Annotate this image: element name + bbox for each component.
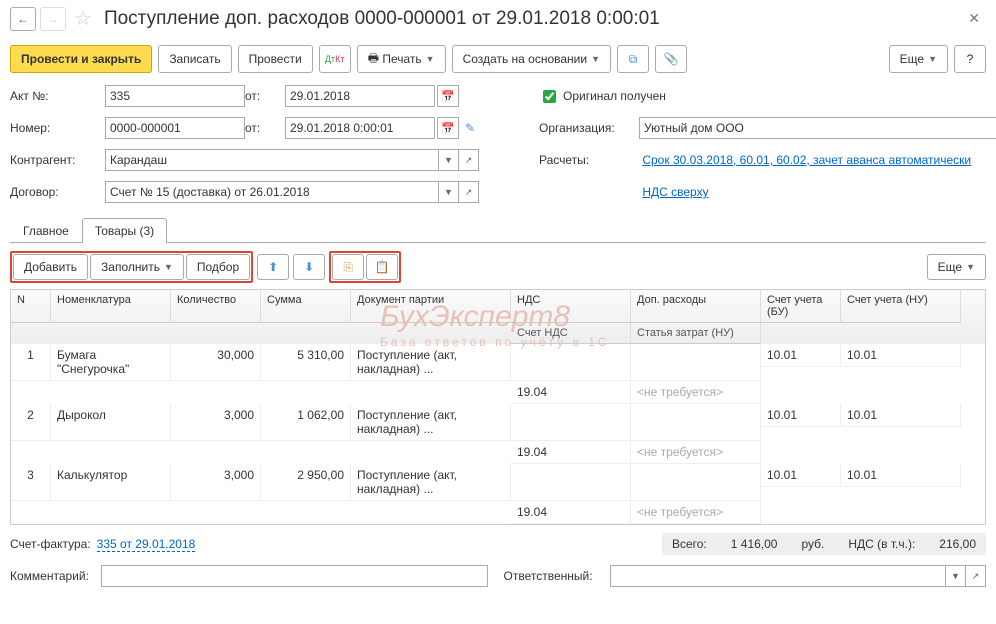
contract-open[interactable]: ↗ bbox=[459, 181, 479, 203]
grid-more-button[interactable]: Еще▼ bbox=[927, 254, 986, 280]
col-vat-acct[interactable]: Счет НДС bbox=[511, 323, 631, 344]
from-label-2: от: bbox=[245, 121, 285, 135]
calendar-button-1[interactable]: 📅 bbox=[437, 85, 459, 107]
contragent-open[interactable]: ↗ bbox=[459, 149, 479, 171]
highlighted-buttons: Добавить Заполнить▼ Подбор bbox=[10, 251, 253, 283]
attach-button[interactable]: 📎 bbox=[655, 45, 687, 73]
structure-button[interactable]: ⧉ bbox=[617, 45, 649, 73]
goods-table: N Номенклатура Количество Сумма Документ… bbox=[10, 289, 986, 525]
invoice-link[interactable]: 335 от 29.01.2018 bbox=[97, 537, 196, 552]
save-button[interactable]: Записать bbox=[158, 45, 231, 73]
responsible-input[interactable] bbox=[610, 565, 947, 587]
number-label: Номер: bbox=[10, 121, 105, 135]
copy-button[interactable]: ⎘ bbox=[332, 254, 364, 280]
number-input[interactable]: 0000-000001 bbox=[105, 117, 245, 139]
contragent-dropdown[interactable]: ▼ bbox=[439, 149, 459, 171]
paste-icon: 📋 bbox=[375, 260, 390, 274]
col-batch[interactable]: Документ партии bbox=[351, 290, 511, 323]
add-row-button[interactable]: Добавить bbox=[13, 254, 88, 280]
paste-button[interactable]: 📋 bbox=[366, 254, 398, 280]
from-label-1: от: bbox=[245, 89, 285, 103]
original-received-checkbox[interactable] bbox=[543, 90, 556, 103]
copy-icon: ⎘ bbox=[343, 260, 353, 275]
calendar-icon: 📅 bbox=[441, 122, 455, 135]
close-button[interactable]: ✕ bbox=[962, 8, 986, 29]
move-up-button[interactable]: ⬆ bbox=[257, 254, 289, 280]
contragent-input[interactable]: Карандаш bbox=[105, 149, 439, 171]
col-cost-nu[interactable]: Статья затрат (НУ) bbox=[631, 323, 761, 344]
calc-label: Расчеты: bbox=[539, 153, 639, 167]
col-acct-nu[interactable]: Счет учета (НУ) bbox=[841, 290, 961, 323]
arrow-down-icon: ⬇ bbox=[304, 260, 314, 274]
currency: руб. bbox=[801, 537, 824, 551]
col-qty[interactable]: Количество bbox=[171, 290, 261, 323]
help-button[interactable]: ? bbox=[954, 45, 986, 73]
arrow-up-icon: ⬆ bbox=[268, 260, 278, 274]
table-row[interactable]: 3Калькулятор3,0002 950,00Поступление (ак… bbox=[11, 464, 985, 524]
act-date-input[interactable]: 29.01.2018 bbox=[285, 85, 435, 107]
total-label: Всего: bbox=[672, 537, 707, 551]
table-row[interactable]: 2Дырокол3,0001 062,00Поступление (акт, н… bbox=[11, 404, 985, 464]
create-based-button[interactable]: Создать на основании▼ bbox=[452, 45, 611, 73]
vat-link[interactable]: НДС сверху bbox=[642, 185, 708, 199]
more-button[interactable]: Еще▼ bbox=[889, 45, 948, 73]
nav-forward-button: → bbox=[40, 7, 66, 31]
comment-label: Комментарий: bbox=[10, 569, 95, 583]
post-and-close-button[interactable]: Провести и закрыть bbox=[10, 45, 152, 73]
printer-icon: 🖶 bbox=[368, 49, 379, 70]
totals-bar: Всего: 1 416,00 руб. НДС (в т.ч.): 216,0… bbox=[662, 533, 986, 555]
calendar-button-2[interactable]: 📅 bbox=[437, 117, 459, 139]
col-sum[interactable]: Сумма bbox=[261, 290, 351, 323]
responsible-open[interactable]: ↗ bbox=[966, 565, 986, 587]
act-label: Акт №: bbox=[10, 89, 105, 103]
invoice-label: Счет-фактура: bbox=[10, 537, 91, 551]
contract-input[interactable]: Счет № 15 (доставка) от 26.01.2018 bbox=[105, 181, 439, 203]
col-acct-bu[interactable]: Счет учета (БУ) bbox=[761, 290, 841, 323]
vat-label: НДС (в т.ч.): bbox=[848, 537, 915, 551]
org-label: Организация: bbox=[539, 121, 639, 135]
comment-input[interactable] bbox=[101, 565, 488, 587]
col-extra[interactable]: Доп. расходы bbox=[631, 290, 761, 323]
calendar-icon: 📅 bbox=[441, 90, 455, 103]
nav-back-button[interactable]: ← bbox=[10, 7, 36, 31]
post-button[interactable]: Провести bbox=[238, 45, 313, 73]
favorite-icon[interactable]: ☆ bbox=[74, 6, 92, 31]
contract-dropdown[interactable]: ▼ bbox=[439, 181, 459, 203]
responsible-label: Ответственный: bbox=[504, 569, 604, 583]
tab-goods[interactable]: Товары (3) bbox=[82, 218, 167, 243]
act-number-input[interactable]: 335 bbox=[105, 85, 245, 107]
dt-kt-button[interactable]: ДтКт bbox=[319, 45, 351, 73]
number-date-input[interactable]: 29.01.2018 0:00:01 bbox=[285, 117, 435, 139]
move-down-button[interactable]: ⬇ bbox=[293, 254, 325, 280]
col-n[interactable]: N bbox=[11, 290, 51, 323]
paperclip-icon: 📎 bbox=[664, 52, 679, 66]
contract-label: Договор: bbox=[10, 185, 105, 199]
col-vat[interactable]: НДС bbox=[511, 290, 631, 323]
page-title: Поступление доп. расходов 0000-000001 от… bbox=[104, 8, 660, 30]
table-row[interactable]: 1Бумага "Снегурочка"30,0005 310,00Поступ… bbox=[11, 344, 985, 404]
tab-main[interactable]: Главное bbox=[10, 218, 82, 243]
total-value: 1 416,00 bbox=[731, 537, 778, 551]
col-item[interactable]: Номенклатура bbox=[51, 290, 171, 323]
print-button[interactable]: 🖶 Печать▼ bbox=[357, 45, 446, 73]
edit-icon[interactable]: ✎ bbox=[461, 121, 479, 135]
highlighted-copy-buttons: ⎘ 📋 bbox=[329, 251, 401, 283]
calc-link[interactable]: Срок 30.03.2018, 60.01, 60.02, зачет ава… bbox=[642, 153, 971, 167]
org-input[interactable]: Уютный дом ООО bbox=[639, 117, 996, 139]
vat-value: 216,00 bbox=[939, 537, 976, 551]
select-button[interactable]: Подбор bbox=[186, 254, 250, 280]
responsible-dropdown[interactable]: ▼ bbox=[946, 565, 966, 587]
original-received-label: Оригинал получен bbox=[563, 89, 666, 103]
contragent-label: Контрагент: bbox=[10, 153, 105, 167]
fill-button[interactable]: Заполнить▼ bbox=[90, 254, 184, 280]
